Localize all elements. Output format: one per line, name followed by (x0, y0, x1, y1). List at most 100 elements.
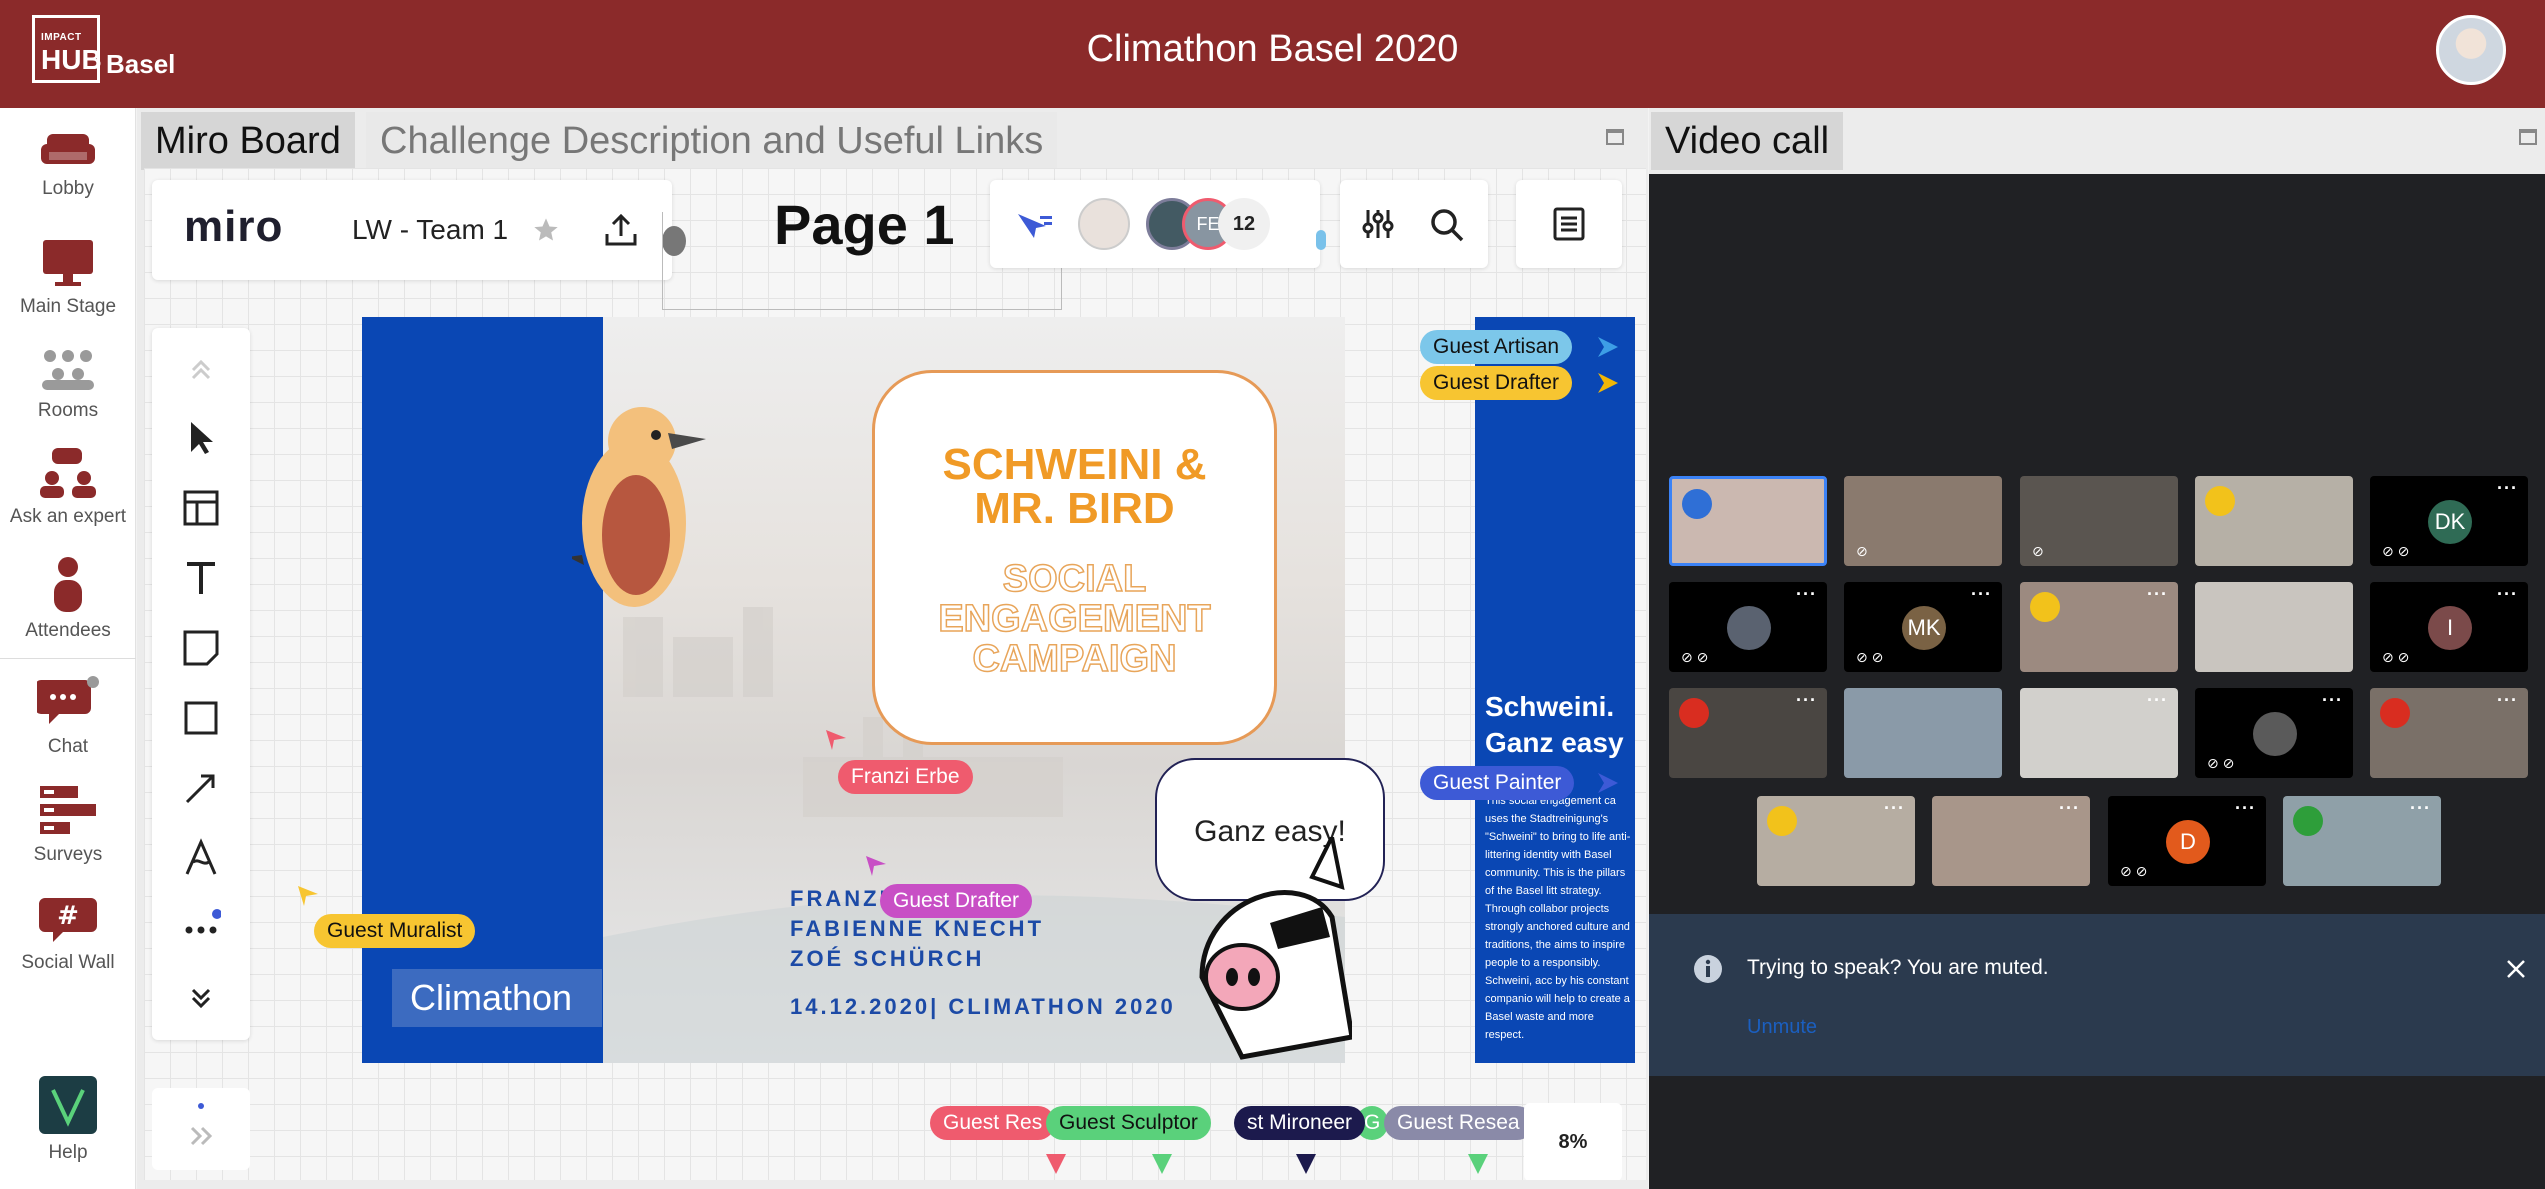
video-tile[interactable]: ⊘ (1844, 476, 2002, 566)
video-tile[interactable]: ⊘ (2020, 476, 2178, 566)
participant-initials: I (2428, 606, 2472, 650)
notes-icon[interactable] (1552, 206, 1586, 242)
signal-icon (2380, 698, 2410, 728)
second-slide[interactable]: Schweini. Ganz easy This social engageme… (1475, 317, 1635, 1063)
campaign-slide[interactable]: SCHWEINI & MR. BIRD SOCIAL ENGAGEMENT CA… (362, 317, 1385, 1063)
participant-initials: D (2166, 820, 2210, 864)
sidebar-item-lobby[interactable]: Lobby (0, 130, 136, 200)
more-options-icon[interactable]: ··· (2147, 584, 2168, 605)
maximize-icon[interactable] (1606, 129, 1624, 145)
sidebar-item-help[interactable]: Help (0, 1076, 136, 1164)
sofa-icon (41, 134, 95, 164)
miro-logo: miro (184, 202, 284, 251)
more-options-icon[interactable]: ··· (2497, 478, 2518, 499)
video-tile[interactable] (1669, 476, 1827, 566)
pen-tool-icon[interactable] (181, 838, 221, 878)
collapse-up-icon[interactable] (181, 350, 221, 390)
text-tool-icon[interactable] (181, 558, 221, 598)
sidebar-item-label: Attendees (25, 620, 111, 641)
sidebar-item-chat[interactable]: Chat (0, 676, 136, 758)
search-icon[interactable] (1428, 206, 1466, 244)
sidebar-item-label: Surveys (33, 844, 103, 865)
sticky-note-icon[interactable] (181, 628, 221, 668)
more-options-icon[interactable]: ··· (2059, 798, 2080, 819)
close-icon[interactable] (2505, 958, 2527, 980)
shape-tool-icon[interactable] (181, 698, 221, 738)
cursor-fragment (1316, 230, 1326, 250)
more-options-icon[interactable]: ··· (2322, 690, 2343, 711)
signal-icon (1679, 698, 1709, 728)
left-sidebar: Lobby Main Stage Rooms Ask an expert Att… (0, 108, 136, 1189)
connection-line-icon[interactable] (181, 768, 221, 808)
collaborator-avatar[interactable] (1078, 198, 1130, 250)
video-tile[interactable] (2195, 582, 2353, 672)
more-options-icon[interactable]: ··· (1884, 798, 1905, 819)
video-tile[interactable]: ··· (2370, 688, 2528, 778)
more-options-icon[interactable]: ··· (1796, 584, 1817, 605)
cursor-label-guest-painter: Guest Painter (1420, 766, 1575, 800)
video-tile[interactable]: ··· (1757, 796, 1915, 886)
board-name[interactable]: LW - Team 1 (352, 214, 508, 246)
video-tile[interactable]: ··· DK ⊘ ⊘ (2370, 476, 2528, 566)
select-cursor-icon[interactable] (181, 418, 221, 458)
video-tile[interactable]: ··· ⊘ ⊘ (1669, 582, 1827, 672)
group-icon (42, 350, 94, 390)
muted-message: Trying to speak? You are muted. (1747, 956, 2049, 979)
more-options-icon[interactable]: ··· (2497, 584, 2518, 605)
user-avatar[interactable] (2436, 15, 2506, 85)
more-options-icon[interactable]: ··· (1796, 690, 1817, 711)
sidebar-item-social-wall[interactable]: # Social Wall (0, 894, 136, 974)
video-tile[interactable]: ··· (2020, 582, 2178, 672)
sidebar-item-attendees[interactable]: Attendees (0, 556, 136, 642)
credit-name: ZOÉ SCHÜRCH (790, 946, 985, 971)
follow-cursor-icon[interactable] (1016, 212, 1054, 242)
more-options-icon[interactable]: ··· (2147, 690, 2168, 711)
maximize-icon[interactable] (2519, 129, 2537, 145)
mic-camera-off-icon: ⊘ ⊘ (1681, 649, 1709, 665)
tab-challenge-description[interactable]: Challenge Description and Useful Links (366, 112, 1058, 170)
collapse-down-icon[interactable] (181, 978, 221, 1018)
unmute-link[interactable]: Unmute (1747, 1016, 1817, 1039)
tab-video-call[interactable]: Video call (1651, 112, 1844, 170)
collaborator-count[interactable]: 12 (1218, 198, 1270, 250)
cursor-label-guest-sculptor: Guest Sculptor (1046, 1106, 1211, 1140)
more-options-icon[interactable]: ··· (1971, 584, 1992, 605)
mic-muted-icon: ⊘ (2032, 543, 2044, 559)
heading-line: Ganz easy (1485, 727, 1624, 758)
sidebar-item-label: Chat (47, 736, 89, 757)
slide-date: 14.12.2020| CLIMATHON 2020 (790, 994, 1176, 1019)
more-options-icon[interactable]: ··· (2410, 798, 2431, 819)
star-icon[interactable] (532, 216, 560, 244)
person-icon (54, 557, 82, 612)
heading-line: Schweini. (1485, 691, 1615, 722)
expert-icon (40, 448, 96, 498)
settings-sliders-icon[interactable] (1360, 206, 1396, 242)
video-tile[interactable]: ··· (1932, 796, 2090, 886)
sidebar-item-surveys[interactable]: Surveys (0, 784, 136, 866)
cursor-arrow-icon (1598, 373, 1618, 393)
help-logo-icon (39, 1076, 97, 1134)
participant-avatar (1727, 606, 1771, 650)
video-tile[interactable] (1844, 688, 2002, 778)
expand-panel-button[interactable] (152, 1088, 250, 1170)
more-options-icon[interactable]: ··· (2235, 798, 2256, 819)
video-tile[interactable]: ··· (2283, 796, 2441, 886)
more-tools-icon[interactable] (181, 908, 221, 948)
sidebar-item-rooms[interactable]: Rooms (0, 348, 136, 422)
video-tile[interactable]: ··· I ⊘ ⊘ (2370, 582, 2528, 672)
video-tile[interactable]: ··· (1669, 688, 1827, 778)
tab-miro-board[interactable]: Miro Board (141, 112, 355, 170)
miro-board-canvas[interactable]: miro LW - Team 1 Page 1 FE 12 SCHWEINI &… (144, 168, 1646, 1180)
video-tile[interactable]: ··· MK ⊘ ⊘ (1844, 582, 2002, 672)
more-options-icon[interactable]: ··· (2497, 690, 2518, 711)
cursor-arrow-icon (1468, 1154, 1488, 1174)
video-tile[interactable] (2195, 476, 2353, 566)
sidebar-item-ask-an-expert[interactable]: Ask an expert (0, 448, 136, 528)
sidebar-item-main-stage[interactable]: Main Stage (0, 238, 136, 318)
share-upload-icon[interactable] (604, 212, 638, 248)
zoom-level[interactable]: 8% (1524, 1103, 1622, 1180)
video-tile[interactable]: ··· ⊘ ⊘ (2195, 688, 2353, 778)
templates-icon[interactable] (181, 488, 221, 528)
video-tile[interactable]: ··· (2020, 688, 2178, 778)
video-tile[interactable]: ··· D ⊘ ⊘ (2108, 796, 2266, 886)
